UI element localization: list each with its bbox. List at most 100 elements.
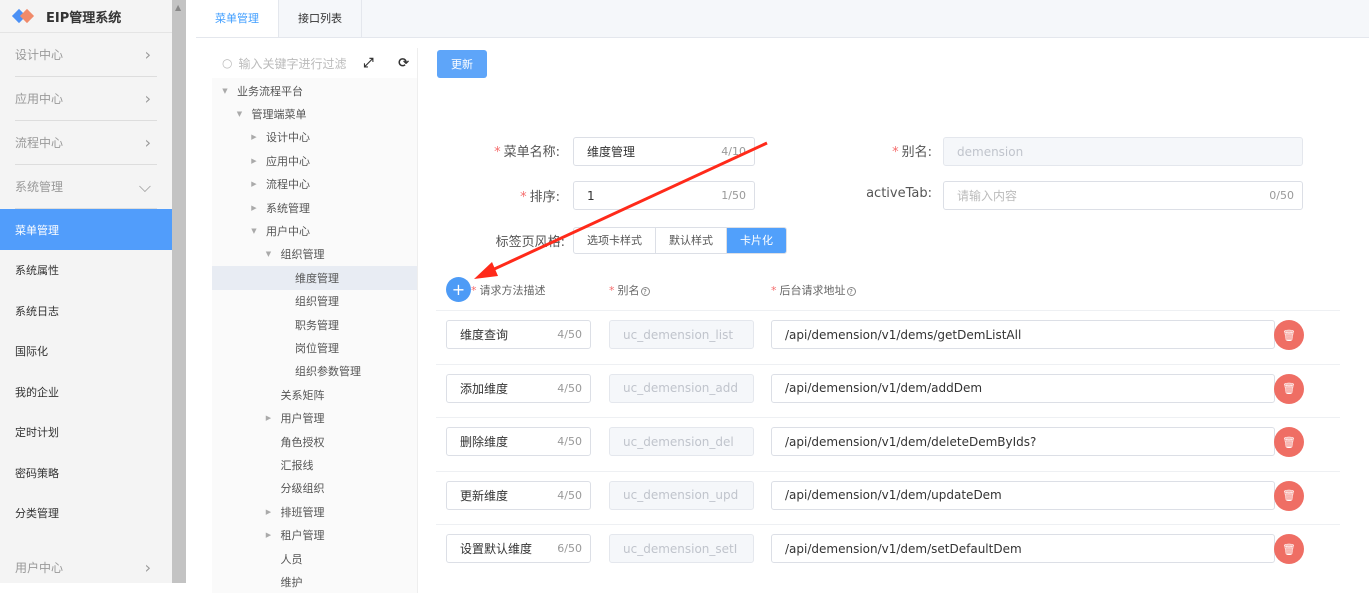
tree-node[interactable]: 维护	[212, 570, 417, 593]
caret-right-icon[interactable]: ▶	[247, 133, 261, 141]
desc-input[interactable]: 维度查询 4/50	[446, 320, 591, 349]
help-icon[interactable]: ?	[640, 287, 650, 296]
scroll-up-icon[interactable]: ▲	[175, 3, 181, 12]
caret-down-icon[interactable]: ▼	[218, 87, 232, 95]
sidebar-item[interactable]: 我的企业	[0, 372, 172, 413]
sidebar-group[interactable]: 设计中心 ›	[15, 33, 157, 77]
desc-input[interactable]: 添加维度 4/50	[446, 373, 591, 403]
tree-node[interactable]: 组织管理	[212, 290, 417, 313]
tree-node[interactable]: ▼ 用户中心	[212, 219, 417, 242]
sidebar-item[interactable]: 定时计划	[0, 412, 172, 453]
caret-down-icon[interactable]: ▼	[262, 250, 276, 258]
tree-node[interactable]: 人员	[212, 547, 417, 570]
caret-right-icon[interactable]: ▶	[247, 180, 261, 188]
menu-name-label: * 菜单名称:	[494, 145, 560, 160]
url-input[interactable]: /api/demension/v1/dem/setDefaultDem	[771, 534, 1275, 563]
tree-node-label: 租户管理	[280, 529, 325, 543]
tree-node[interactable]: 角色授权	[212, 430, 417, 453]
sidebar-item[interactable]: 密码策略	[0, 453, 172, 494]
caret-down-icon[interactable]: ▼	[233, 110, 247, 118]
chevron-right-icon: ›	[144, 45, 151, 64]
sidebar-group[interactable]: 应用中心 ›	[15, 77, 157, 121]
delete-row-button[interactable]: 🗑	[1274, 320, 1304, 350]
trash-icon: 🗑	[1282, 328, 1296, 342]
alias-input[interactable]: uc_demension_upd	[609, 480, 754, 510]
active-tab-input[interactable]: 请输入内容 0/50	[943, 181, 1303, 210]
chevron-right-icon: ›	[144, 89, 151, 108]
expand-icon[interactable]: ⤢	[363, 56, 373, 71]
url-input[interactable]: /api/demension/v1/dem/updateDem	[771, 480, 1275, 510]
url-input[interactable]: /api/demension/v1/dems/getDemListAll	[771, 320, 1275, 349]
tab-menu-management[interactable]: 菜单管理	[196, 0, 279, 37]
tree-node-label: 维护	[280, 575, 303, 589]
caret-right-icon[interactable]: ▶	[247, 204, 261, 212]
caret-right-icon[interactable]: ▶	[247, 157, 261, 165]
sidebar-item[interactable]: 分类管理	[0, 493, 172, 534]
tree-node[interactable]: ▼ 组织管理	[212, 243, 417, 266]
sidebar-group-user-center[interactable]: 用户中心 ›	[15, 546, 157, 590]
caret-down-icon[interactable]: ▼	[247, 227, 261, 235]
tab-style-option-selected[interactable]: 卡片化	[727, 228, 786, 253]
caret-right-icon[interactable]: ▶	[262, 531, 276, 539]
alias-input[interactable]: uc_demension_del	[609, 427, 754, 456]
help-icon[interactable]: ?	[846, 287, 856, 296]
caret-right-icon[interactable]: ▶	[262, 414, 276, 422]
sidebar-scrollbar[interactable]: ▲	[172, 0, 186, 583]
update-button[interactable]: 更新	[437, 50, 487, 78]
tree-node[interactable]: 汇报线	[212, 453, 417, 476]
tree-node[interactable]: 分级组织	[212, 477, 417, 500]
table-row: 添加维度 4/50 uc_demension_add /api/demension…	[436, 363, 1340, 418]
tree-node[interactable]: 关系矩阵	[212, 383, 417, 406]
tree-node[interactable]: 岗位管理	[212, 336, 417, 359]
tree-node[interactable]: ▶ 用户管理	[212, 406, 417, 429]
tree-node-label: 应用中心	[266, 154, 310, 168]
desc-input[interactable]: 设置默认维度 6/50	[446, 534, 591, 563]
caret-right-icon[interactable]: ▶	[262, 508, 276, 516]
alias-input[interactable]: demension	[943, 137, 1303, 166]
delete-row-button[interactable]: 🗑	[1274, 373, 1304, 404]
delete-row-button[interactable]: 🗑	[1274, 534, 1304, 564]
sidebar-item[interactable]: 菜单管理	[0, 209, 172, 250]
delete-row-button[interactable]: 🗑	[1274, 427, 1304, 457]
tree-search-input[interactable]: 输入关键字进行过滤	[238, 55, 346, 72]
desc-input[interactable]: 删除维度 4/50	[446, 427, 591, 456]
tree-node[interactable]: 组织参数管理	[212, 360, 417, 383]
add-row-button[interactable]: +	[446, 277, 471, 302]
refresh-icon[interactable]: ⟳	[398, 56, 409, 71]
sidebar-group-system[interactable]: 系统管理 ⌵	[15, 165, 157, 209]
alias-input[interactable]: uc_demension_setI	[609, 534, 754, 563]
url-input[interactable]: /api/demension/v1/dem/deleteDemByIds?	[771, 427, 1275, 456]
sidebar-item[interactable]: 国际化	[0, 331, 172, 372]
tree-node[interactable]: ▼ 业务流程平台	[212, 79, 417, 102]
sort-input[interactable]: 1 1/50	[573, 181, 755, 210]
col-alias-header: * 别名?	[609, 282, 650, 298]
tab-style-option[interactable]: 默认样式	[656, 228, 727, 253]
tree-node-label: 用户中心	[266, 225, 310, 239]
alias-input[interactable]: uc_demension_list	[609, 320, 754, 349]
table-row: 设置默认维度 6/50 uc_demension_setI /api/demens…	[436, 524, 1340, 578]
tree-node[interactable]: ▶ 租户管理	[212, 523, 417, 546]
desc-input[interactable]: 更新维度 4/50	[446, 480, 591, 510]
tree-node[interactable]: 职务管理	[212, 313, 417, 336]
tab-style-option[interactable]: 选项卡样式	[574, 228, 656, 253]
delete-row-button[interactable]: 🗑	[1274, 480, 1304, 511]
tree-node[interactable]: ▶ 系统管理	[212, 196, 417, 219]
tree-node[interactable]: ▼ 管理端菜单	[212, 102, 417, 125]
menu-name-input[interactable]: 维度管理 4/10	[573, 137, 755, 166]
tree-node-label: 业务流程平台	[237, 84, 303, 98]
alias-input[interactable]: uc_demension_add	[609, 373, 754, 403]
sidebar-group[interactable]: 流程中心 ›	[15, 121, 157, 165]
col-desc-header: * 请求方法描述	[471, 284, 546, 297]
tree-node[interactable]: ▶ 排班管理	[212, 500, 417, 523]
tab-interface-list[interactable]: 接口列表	[279, 0, 362, 37]
tree-node[interactable]: ▶ 流程中心	[212, 173, 417, 196]
tree-node[interactable]: ▶ 应用中心	[212, 149, 417, 172]
tree-node-label: 关系矩阵	[280, 388, 325, 402]
tree-node[interactable]: ▶ 设计中心	[212, 126, 417, 149]
table-row: 删除维度 4/50 uc_demension_del /api/demension…	[436, 417, 1340, 471]
tree-node[interactable]: 维度管理	[212, 266, 417, 290]
sidebar-item[interactable]: 系统属性	[0, 250, 172, 291]
url-input[interactable]: /api/demension/v1/dem/addDem	[771, 373, 1275, 403]
table-row: 更新维度 4/50 uc_demension_upd /api/demension…	[436, 470, 1340, 525]
sidebar-item[interactable]: 系统日志	[0, 291, 172, 332]
